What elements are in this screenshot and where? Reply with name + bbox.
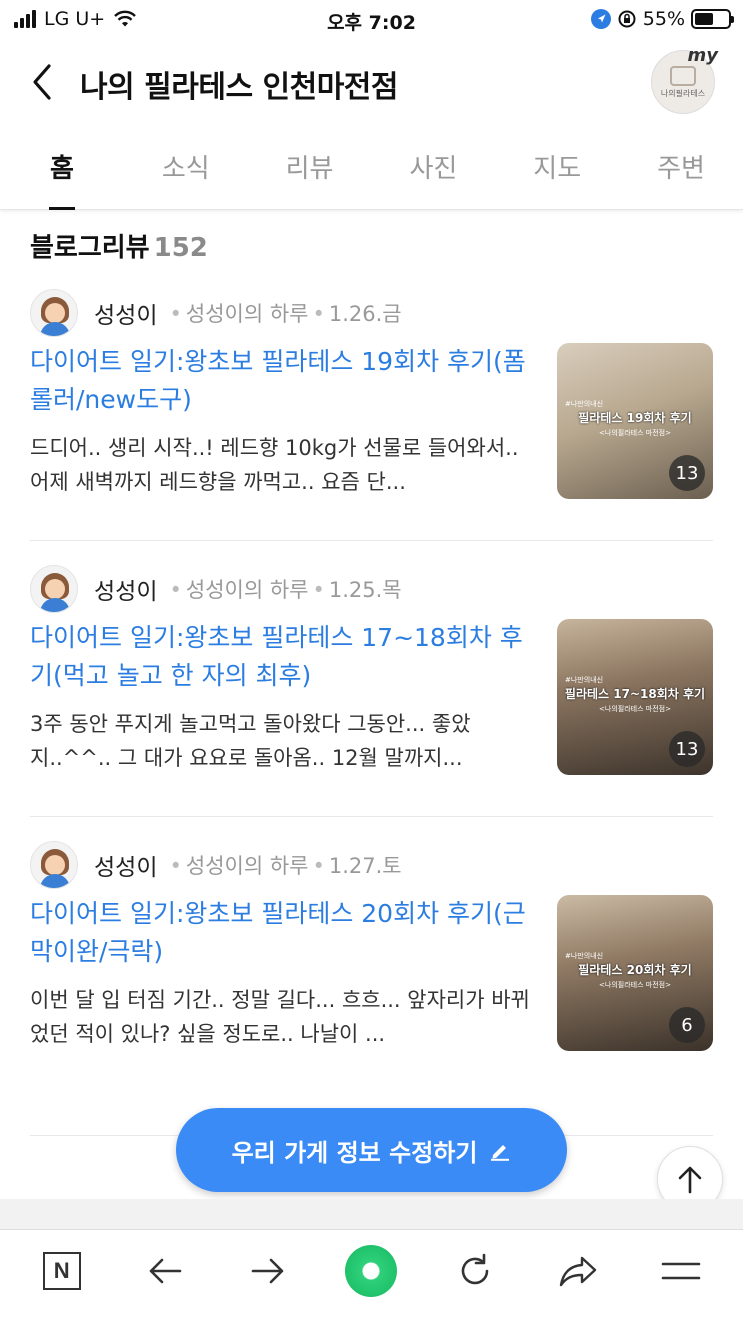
- photo-count-badge: 6: [669, 1007, 705, 1043]
- avatar: [30, 565, 78, 613]
- forward-nav-button[interactable]: [238, 1241, 298, 1301]
- divider: [30, 540, 713, 541]
- review-date: 1.25.목: [328, 578, 402, 602]
- author-meta: • 성성이의 하루 • 1.26.금: [169, 302, 402, 326]
- arrow-left-icon: [149, 1258, 182, 1283]
- page-title: 나의 필라테스 인천마전점: [80, 70, 399, 105]
- author-name: 성성이: [94, 303, 158, 329]
- photo-count-badge: 13: [669, 731, 705, 767]
- author-meta: • 성성이의 하루 • 1.25.목: [169, 578, 402, 602]
- tab-map[interactable]: 지도: [495, 126, 619, 209]
- section-heading: 블로그리뷰: [30, 233, 150, 263]
- review-author[interactable]: 성성이 • 성성이의 하루 • 1.26.금: [30, 289, 402, 337]
- header: 나의 필라테스 인천마전점 my 나의필라테스: [0, 40, 743, 126]
- review-snippet: 드디어.. 생리 시작..! 레드향 10kg가 선물로 들어와서.. 어제 새…: [30, 436, 519, 494]
- blog-name: 성성이의 하루: [185, 578, 309, 602]
- menu-button[interactable]: [651, 1241, 711, 1301]
- browser-toolbar: N: [0, 1229, 743, 1321]
- thumb-caption: 필라테스 17~18회차 후기: [564, 687, 706, 701]
- review-date: 1.26.금: [328, 302, 402, 326]
- naver-home-button[interactable]: N: [32, 1241, 92, 1301]
- back-button[interactable]: [22, 60, 62, 104]
- green-dot-icon: [345, 1244, 398, 1297]
- review-title[interactable]: 다이어트 일기:왕초보 필라테스 17~18회차 후기(먹고 놀고 한 자의 최…: [30, 619, 530, 695]
- battery-level: [695, 13, 713, 25]
- review-author[interactable]: 성성이 • 성성이의 하루 • 1.27.토: [30, 841, 402, 889]
- review-item[interactable]: 성성이 • 성성이의 하루 • 1.27.토 다이어트 일기:왕초보 필라테스 20회…: [0, 841, 743, 1119]
- review-title[interactable]: 다이어트 일기:왕초보 필라테스 20회차 후기(근막이완/극락): [30, 895, 530, 971]
- tab-nearby[interactable]: 주변: [619, 126, 743, 209]
- review-count: 152: [153, 233, 208, 263]
- tab-photos[interactable]: 사진: [371, 126, 495, 209]
- back-nav-button[interactable]: [135, 1241, 195, 1301]
- tab-bar: 홈 소식 리뷰 사진 지도 주변: [0, 126, 743, 210]
- edit-store-info-button[interactable]: 우리 가게 정보 수정하기: [176, 1108, 567, 1192]
- review-item[interactable]: 성성이 • 성성이의 하루 • 1.26.금 다이어트 일기:왕초보 필라테스 19회…: [0, 289, 743, 567]
- author-name: 성성이: [94, 855, 158, 881]
- author-name: 성성이: [94, 579, 158, 605]
- thumb-caption: 필라테스 20회차 후기: [578, 963, 692, 977]
- review-thumbnail[interactable]: #나만의내신 필라테스 20회차 후기 <나의필라테스 마전점> 6: [557, 895, 713, 1051]
- tab-home[interactable]: 홈: [0, 126, 124, 209]
- blog-name: 성성이의 하루: [185, 854, 309, 878]
- status-bar: LG U+ 오후 7:02 55%: [0, 0, 743, 40]
- tab-reviews[interactable]: 리뷰: [248, 126, 372, 209]
- author-meta: • 성성이의 하루 • 1.27.토: [169, 854, 402, 878]
- green-dot-button[interactable]: [341, 1241, 401, 1301]
- battery-icon: [691, 9, 734, 29]
- orientation-lock-icon: [618, 10, 636, 28]
- chevron-left-icon: [33, 64, 51, 100]
- review-item[interactable]: 성성이 • 성성이의 하루 • 1.25.목 다이어트 일기:왕초보 필라테스 17~…: [0, 565, 743, 843]
- logo-mark-icon: [670, 65, 696, 86]
- avatar: [30, 289, 78, 337]
- menu-icon: [662, 1262, 701, 1279]
- refresh-button[interactable]: [445, 1241, 505, 1301]
- tab-news[interactable]: 소식: [124, 126, 248, 209]
- thumb-subcaption: <나의필라테스 마전점>: [599, 705, 671, 713]
- review-snippet: 이번 달 입 터짐 기간.. 정말 길다... 흐흐... 앞자리가 바뀌었던 …: [30, 988, 530, 1046]
- thumb-tag: #나만의내신: [565, 952, 604, 960]
- thumb-tag: #나만의내신: [565, 400, 604, 408]
- thumb-subcaption: <나의필라테스 마전점>: [599, 981, 671, 989]
- review-thumbnail[interactable]: #나만의내신 필라테스 19회차 후기 <나의필라테스 마전점> 13: [557, 343, 713, 499]
- battery-percent: 55%: [642, 8, 685, 30]
- location-icon: [590, 9, 611, 29]
- section-separator: [0, 1199, 743, 1229]
- review-thumbnail[interactable]: #나만의내신 필라테스 17~18회차 후기 <나의필라테스 마전점> 13: [557, 619, 713, 775]
- thumb-caption: 필라테스 19회차 후기: [578, 411, 692, 425]
- review-author[interactable]: 성성이 • 성성이의 하루 • 1.25.목: [30, 565, 402, 613]
- arrow-right-icon: [251, 1258, 284, 1283]
- edit-store-info-label: 우리 가게 정보 수정하기: [231, 1138, 478, 1167]
- review-date: 1.27.토: [328, 854, 402, 878]
- thumb-subcaption: <나의필라테스 마전점>: [599, 429, 671, 437]
- logo-text: 나의필라테스: [660, 88, 706, 98]
- my-badge: my: [687, 45, 719, 66]
- pencil-icon: [491, 1145, 510, 1161]
- naver-n-icon: N: [42, 1251, 81, 1290]
- status-right: 55%: [590, 8, 734, 30]
- share-icon: [559, 1256, 597, 1286]
- refresh-icon: [461, 1253, 489, 1284]
- thumb-tag: #나만의내신: [565, 676, 604, 684]
- arrow-up-icon: [678, 1166, 702, 1194]
- review-snippet: 3주 동안 푸지게 놀고먹고 돌아왔다 그동안... 좋았지..^^.. 그 대…: [30, 712, 471, 770]
- avatar: [30, 841, 78, 889]
- review-title[interactable]: 다이어트 일기:왕초보 필라테스 19회차 후기(폼롤러/new도구): [30, 343, 530, 419]
- place-logo[interactable]: my 나의필라테스: [651, 45, 718, 114]
- share-button[interactable]: [548, 1241, 608, 1301]
- divider: [30, 816, 713, 817]
- blog-name: 성성이의 하루: [185, 302, 309, 326]
- section-title: 블로그리뷰 152: [30, 227, 208, 264]
- photo-count-badge: 13: [669, 455, 705, 491]
